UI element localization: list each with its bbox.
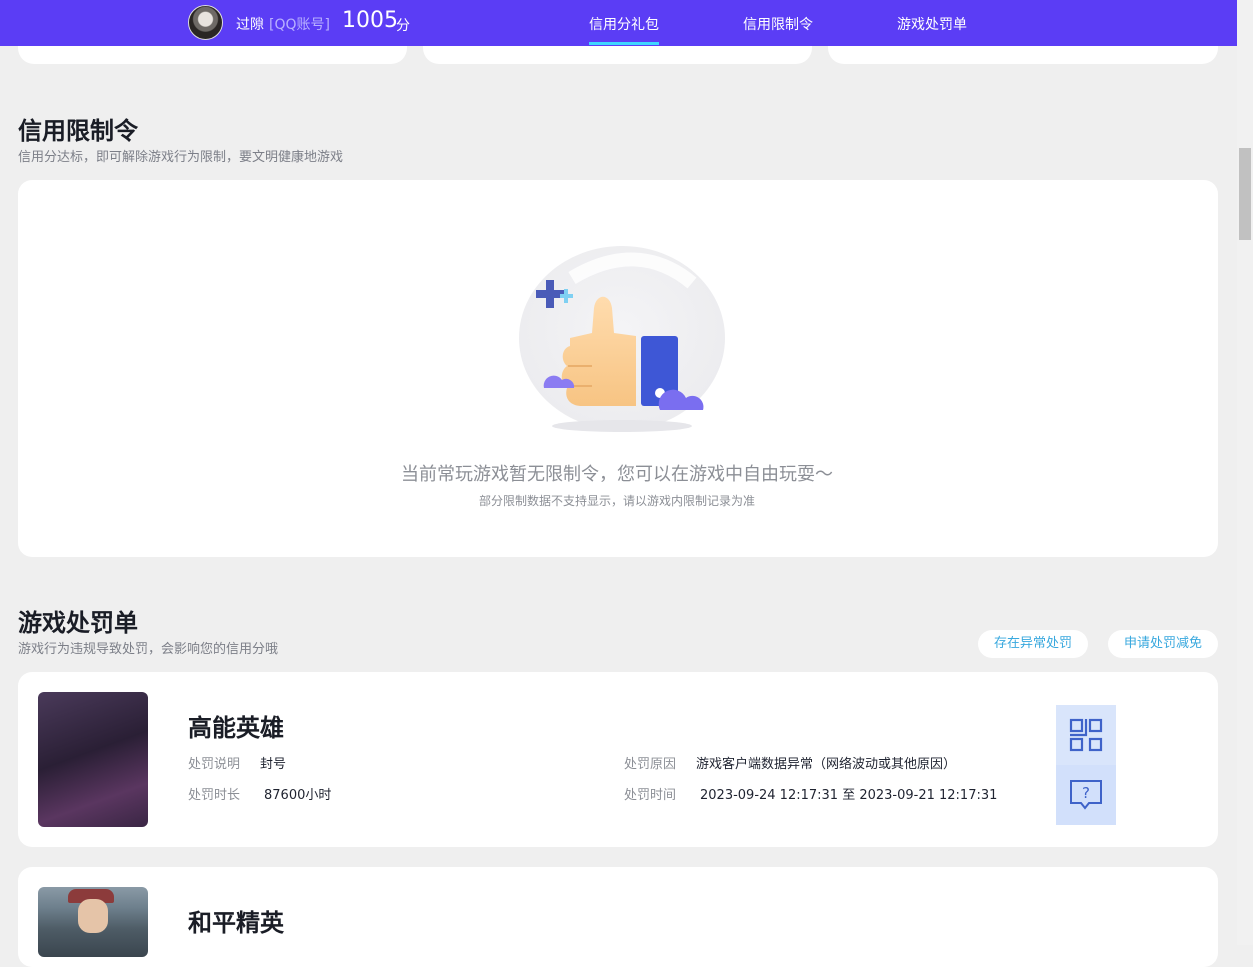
empty-state-note: 部分限制数据不支持显示，请以游戏内限制记录为准 [478,494,755,508]
tab-credit-gift[interactable]: 信用分礼包 [589,14,659,34]
abnormal-penalty-button[interactable]: 存在异常处罚 [978,630,1088,658]
restriction-section-title: 信用限制令 [18,117,138,145]
active-tab-indicator [589,42,659,45]
thumbs-up-illustration [519,246,725,432]
penalty-section-subtitle: 游戏行为违规导致处罚，会影响您的信用分哦 [18,642,279,657]
top-bar: 过隙 [QQ账号] 1005 分 信用分礼包 信用限制令 游戏处罚单 [0,0,1237,46]
penalty-section-title: 游戏处罚单 [18,609,138,637]
penalty-desc-label: 处罚说明 [188,757,241,772]
penalty-reason-value: 游戏客户端数据异常（网络波动或其他原因） [696,757,957,772]
help-chat-icon: ? [1070,780,1102,810]
qr-code-button[interactable] [1056,705,1116,765]
svg-text:?: ? [1082,784,1090,802]
game-cover-image [38,887,148,957]
credit-score-unit: 分 [396,18,410,34]
tab-credit-restriction[interactable]: 信用限制令 [743,14,813,34]
scrollbar-thumb[interactable] [1239,148,1251,240]
apply-penalty-reduction-button[interactable]: 申请处罚减免 [1108,630,1218,658]
empty-state-message: 当前常玩游戏暂无限制令，您可以在游戏中自由玩耍～ [401,464,833,485]
scrollbar[interactable] [1237,0,1253,945]
restriction-section-subtitle: 信用分达标，即可解除游戏行为限制，要文明健康地游戏 [18,150,344,165]
help-button[interactable]: ? [1056,765,1116,825]
qr-code-icon [1069,718,1103,752]
account-type: [QQ账号] [269,17,330,33]
penalty-desc-value: 封号 [260,757,287,772]
penalty-time-value: 2023-09-24 12:17:31 至 2023-09-21 12:17:3… [700,788,998,803]
avatar[interactable] [188,5,223,40]
game-name: 和平精英 [188,909,284,937]
penalty-duration-label: 处罚时长 [188,788,241,803]
tab-game-penalty[interactable]: 游戏处罚单 [897,14,967,34]
game-cover-image [38,692,148,827]
penalty-time-label: 处罚时间 [624,788,677,803]
penalty-duration-value: 87600小时 [264,788,332,803]
credit-score: 1005 [342,8,398,33]
username: 过隙 [236,17,264,33]
game-name: 高能英雄 [188,714,284,742]
penalty-reason-label: 处罚原因 [624,757,677,772]
